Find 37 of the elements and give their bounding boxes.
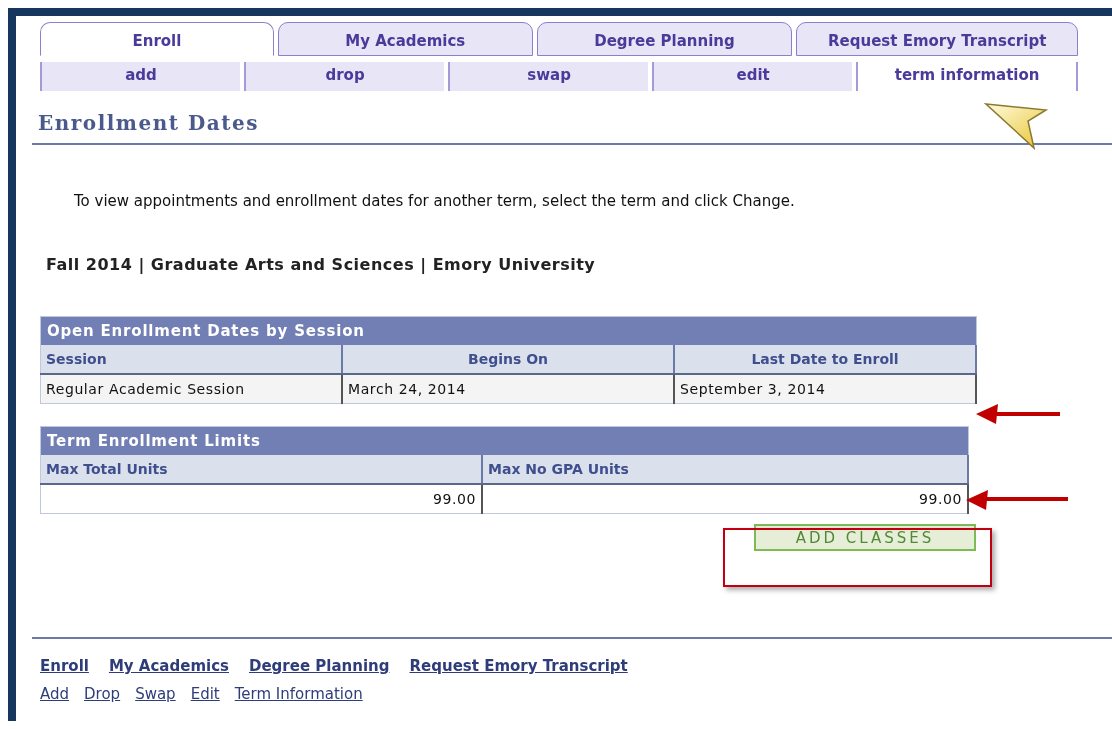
subtab[interactable]: drop: [244, 62, 445, 91]
tab[interactable]: Degree Planning: [536, 22, 793, 56]
footer-link[interactable]: My Academics: [108, 657, 229, 675]
column-header: Max No GPA Units: [482, 455, 968, 484]
arrow-icon: [964, 488, 1070, 512]
subtab[interactable]: term information: [856, 62, 1079, 91]
column-header: Last Date to Enroll: [674, 345, 976, 374]
instruction-text: To view appointments and enrollment dates for another term, select the term and click Change.: [74, 191, 796, 211]
page-title: Enrollment Dates: [38, 111, 260, 135]
table-title: Open Enrollment Dates by Session: [40, 316, 976, 345]
arrow-icon: [974, 402, 1062, 426]
tab[interactable]: Enroll: [40, 22, 274, 56]
footer-link[interactable]: Request Emory Transcript: [409, 657, 628, 675]
table-cell: 99.00: [40, 484, 482, 514]
table-cell: September 3, 2014: [674, 374, 976, 404]
subtab[interactable]: add: [40, 62, 241, 91]
footer-link[interactable]: Add: [40, 685, 70, 703]
footer-link[interactable]: Swap: [135, 685, 176, 703]
table-cell: March 24, 2014: [342, 374, 674, 404]
footer-link[interactable]: Degree Planning: [249, 657, 390, 675]
footer-link[interactable]: Edit: [190, 685, 220, 703]
footer-link[interactable]: Enroll: [40, 657, 89, 675]
table-cell: Regular Academic Session: [40, 374, 342, 404]
subtab[interactable]: edit: [652, 62, 853, 91]
term-heading: Fall 2014 | Graduate Arts and Sciences | Emory University: [46, 255, 597, 274]
footer-link[interactable]: Term Information: [234, 685, 363, 703]
subtab[interactable]: swap: [448, 62, 649, 91]
tab[interactable]: My Academics: [277, 22, 533, 56]
table-cell: 99.00: [482, 484, 968, 514]
tab[interactable]: Request Emory Transcript: [796, 22, 1078, 56]
add-classes-button[interactable]: ADD CLASSES: [754, 524, 976, 551]
table-title: Term Enrollment Limits: [40, 426, 968, 455]
pointer-icon: [984, 101, 1048, 151]
column-header: Max Total Units: [40, 455, 482, 484]
footer-link[interactable]: Drop: [84, 685, 121, 703]
column-header: Begins On: [342, 345, 674, 374]
column-header: Session: [40, 345, 342, 374]
